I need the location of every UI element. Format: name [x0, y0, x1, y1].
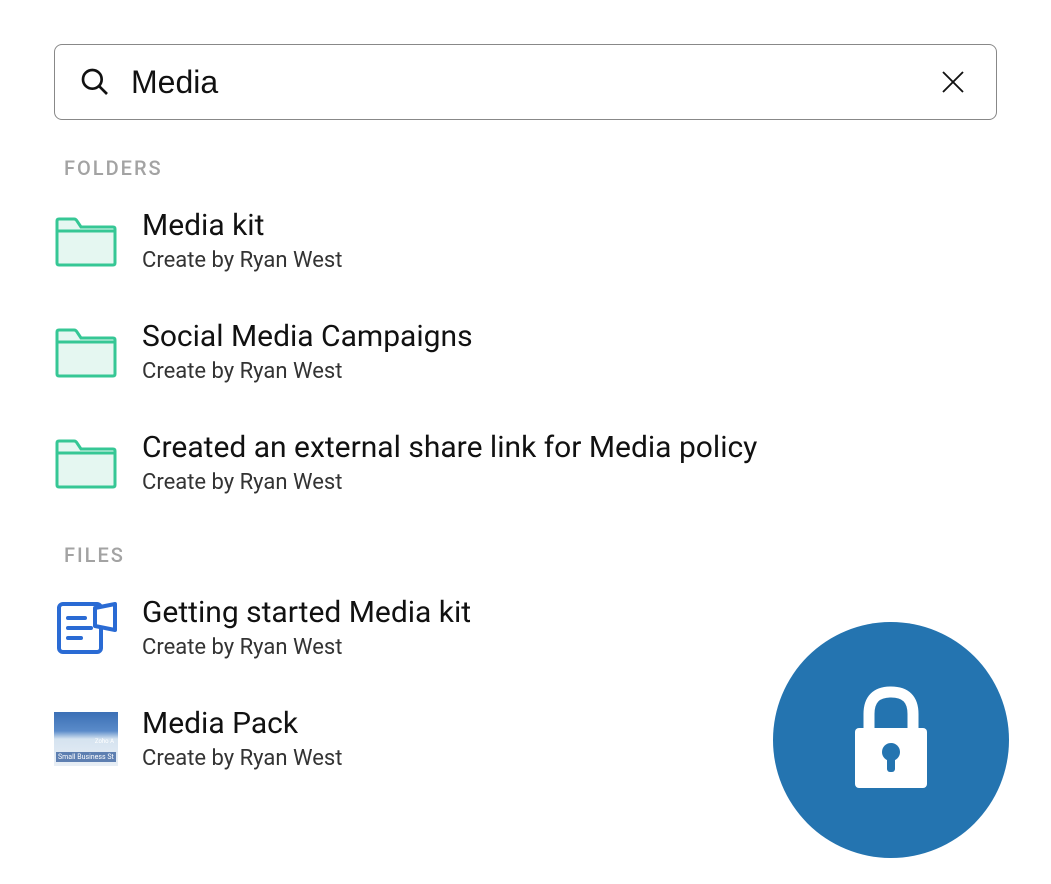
- search-input[interactable]: [131, 64, 934, 101]
- result-subtitle: Create by Ryan West: [142, 359, 473, 384]
- search-icon: [79, 66, 111, 98]
- folder-result-item[interactable]: Social Media Campaigns Create by Ryan We…: [54, 319, 997, 384]
- folder-icon: [54, 214, 118, 268]
- image-thumbnail-icon: Zoho A Small Business St: [54, 712, 118, 766]
- lock-fab-button[interactable]: [773, 622, 1009, 858]
- section-header-folders: FOLDERS: [64, 156, 997, 180]
- result-title: Created an external share link for Media…: [142, 430, 757, 466]
- result-title: Media Pack: [142, 706, 342, 742]
- section-header-files: FILES: [64, 543, 997, 567]
- result-title: Social Media Campaigns: [142, 319, 473, 355]
- thumb-text: Small Business St: [56, 752, 116, 762]
- result-subtitle: Create by Ryan West: [142, 248, 342, 273]
- result-title: Getting started Media kit: [142, 595, 471, 631]
- folder-icon: [54, 325, 118, 379]
- folder-result-item[interactable]: Media kit Create by Ryan West: [54, 208, 997, 273]
- result-title: Media kit: [142, 208, 342, 244]
- folder-icon: [54, 436, 118, 490]
- lock-icon: [841, 678, 941, 802]
- folder-result-item[interactable]: Created an external share link for Media…: [54, 430, 997, 495]
- result-subtitle: Create by Ryan West: [142, 635, 471, 660]
- search-box[interactable]: [54, 44, 997, 120]
- result-subtitle: Create by Ryan West: [142, 470, 757, 495]
- thumb-text: Zoho A: [95, 738, 114, 745]
- clear-search-icon[interactable]: [934, 63, 972, 101]
- document-icon: [54, 601, 118, 655]
- result-subtitle: Create by Ryan West: [142, 746, 342, 771]
